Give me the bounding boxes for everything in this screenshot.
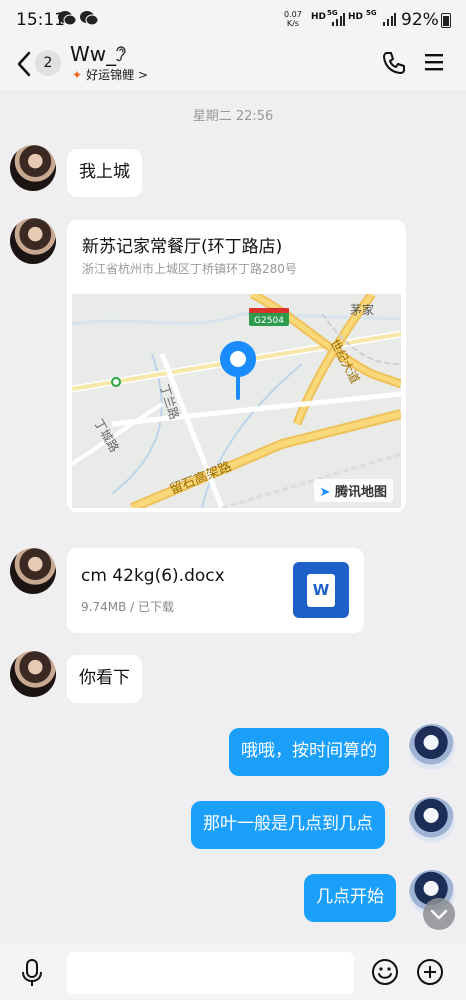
- earpiece-mode-icon: [116, 46, 126, 62]
- avatar[interactable]: [409, 724, 455, 770]
- battery-icon: [441, 13, 451, 28]
- voice-input-icon[interactable]: [20, 958, 44, 988]
- wechat-notification-icon: [80, 10, 99, 30]
- chat-subtitle[interactable]: ✦ 好运锦鲤 >: [72, 66, 148, 83]
- file-name: cm 42kg(6).docx: [81, 566, 225, 586]
- map-place-label: 茅家: [350, 302, 374, 317]
- emoji-icon[interactable]: [371, 958, 399, 986]
- hd-indicator: HD: [311, 12, 327, 22]
- message-bubble[interactable]: 那叶一般是几点到几点: [191, 801, 385, 849]
- wechat-notification-icon: [58, 10, 77, 30]
- chat-title[interactable]: Ww_: [70, 42, 116, 66]
- avatar[interactable]: [10, 145, 56, 191]
- avatar[interactable]: [10, 218, 56, 264]
- phone-call-icon[interactable]: [381, 50, 407, 76]
- message-bubble[interactable]: 几点开始: [304, 874, 396, 922]
- location-card[interactable]: 新苏记家常餐厅(环丁路店) 浙江省杭州市上城区丁桥镇环丁路280号 G2504 …: [67, 220, 406, 512]
- chat-header: 2 Ww_ ✦ 好运锦鲤 >: [0, 40, 466, 90]
- add-more-icon[interactable]: [416, 958, 444, 986]
- koi-icon: ✦: [72, 68, 83, 82]
- message-timestamp: 星期二 22:56: [192, 109, 274, 124]
- menu-icon[interactable]: [424, 52, 444, 72]
- scroll-to-bottom-button[interactable]: [423, 898, 455, 930]
- avatar[interactable]: [10, 548, 56, 594]
- message-input[interactable]: [67, 952, 354, 994]
- status-bar: 15:11 0.07 K/s HD 5G HD 5G 92%: [0, 0, 466, 40]
- map-highway-label: G2504: [254, 316, 284, 326]
- map-brand-label: ➤ 腾讯地图: [313, 479, 393, 502]
- signal-bars-icon: [332, 13, 345, 26]
- location-address: 浙江省杭州市上城区丁桥镇环丁路280号: [82, 262, 297, 276]
- file-card[interactable]: cm 42kg(6).docx 9.74MB / 已下载 W: [67, 548, 364, 633]
- location-name: 新苏记家常餐厅(环丁路店): [82, 237, 283, 257]
- back-arrow-icon[interactable]: [14, 50, 34, 78]
- hd-indicator: HD: [348, 12, 364, 22]
- avatar[interactable]: [409, 797, 455, 843]
- map-image: G2504 茅家 留石高架路 世纪大道 丁城路 丁兰路: [70, 289, 403, 512]
- chevron-down-icon: [430, 909, 448, 920]
- message-bubble[interactable]: 我上城: [67, 149, 142, 197]
- network-speed: 0.07 K/s: [284, 10, 302, 28]
- unread-count-badge[interactable]: 2: [35, 50, 61, 76]
- avatar[interactable]: [10, 651, 56, 697]
- input-bar: [0, 944, 466, 1000]
- message-bubble[interactable]: 你看下: [67, 655, 142, 703]
- word-doc-icon: W: [293, 562, 349, 618]
- file-meta: 9.74MB / 已下载: [81, 600, 174, 614]
- signal-5g-label: 5G: [366, 9, 377, 17]
- location-map[interactable]: G2504 茅家 留石高架路 世纪大道 丁城路 丁兰路 ➤ 腾讯地图: [70, 289, 403, 512]
- message-bubble[interactable]: 哦哦，按时间算的: [229, 728, 389, 776]
- signal-bars-icon: [383, 13, 396, 26]
- battery-percent: 92%: [401, 10, 439, 30]
